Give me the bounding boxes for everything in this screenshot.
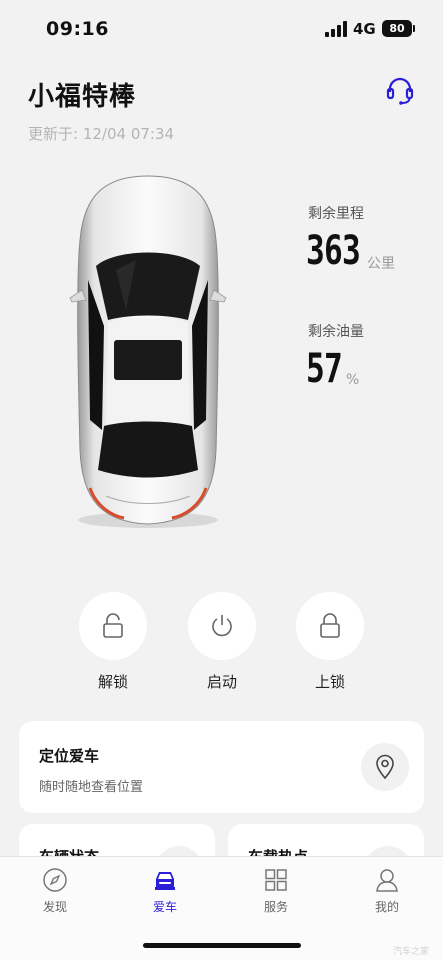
tab-discover[interactable]: 发现 [20, 867, 90, 915]
tab-label: 我的 [374, 900, 399, 914]
lock-icon [320, 613, 340, 638]
range-value: 363 [306, 228, 361, 274]
unlock-button[interactable] [79, 592, 147, 660]
tab-profile[interactable]: 我的 [352, 867, 422, 915]
battery-icon: 80 [382, 20, 415, 37]
lock-button[interactable] [296, 592, 364, 660]
locate-car-card[interactable]: 定位爱车 随时随地查看位置 [19, 721, 424, 813]
status-bar: 09:16 4G 80 [0, 0, 443, 60]
fuel-unit: % [346, 372, 360, 388]
network-type: 4G [353, 20, 376, 38]
locate-card-subtitle: 随时随地查看位置 [39, 780, 144, 795]
status-time: 09:16 [46, 18, 109, 40]
car-icon [155, 872, 175, 890]
unlock-icon [103, 613, 123, 638]
tab-label: 爱车 [152, 900, 177, 914]
watermark: 汽车之家 [393, 947, 430, 957]
start-label: 启动 [206, 673, 237, 691]
unlock-label: 解锁 [97, 673, 128, 691]
last-updated: 更新于: 12/04 07:34 [28, 125, 175, 143]
tab-label: 服务 [263, 900, 288, 914]
tab-label: 发现 [42, 900, 67, 914]
fuel-label: 剩余油量 [308, 324, 364, 340]
lock-label: 上锁 [314, 673, 345, 691]
car-image [66, 170, 231, 535]
locate-card-title: 定位爱车 [39, 747, 100, 765]
fuel-value: 57 [306, 346, 343, 392]
range-label: 剩余里程 [308, 206, 364, 222]
location-pin-icon [376, 754, 394, 780]
person-icon [376, 869, 398, 892]
signal-icon [325, 21, 347, 37]
car-name: 小福特棒 [28, 82, 137, 112]
start-button[interactable] [188, 592, 256, 660]
range-unit: 公里 [367, 256, 395, 272]
compass-icon [43, 868, 67, 892]
customer-service-icon[interactable] [385, 76, 415, 106]
grid-icon [265, 869, 287, 891]
location-button[interactable] [361, 743, 409, 791]
home-indicator [143, 943, 301, 948]
power-icon [212, 615, 232, 637]
tab-my-car[interactable]: 爱车 [130, 867, 200, 915]
tab-service[interactable]: 服务 [241, 867, 311, 915]
